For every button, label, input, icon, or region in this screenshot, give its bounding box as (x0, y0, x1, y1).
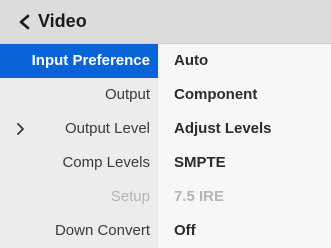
setting-row-output-level[interactable]: Output Level Adjust Levels (0, 111, 331, 146)
setting-row-down-convert[interactable]: Down Convert Off (0, 213, 331, 248)
setting-label: Output (0, 77, 158, 112)
setting-value[interactable]: Adjust Levels (158, 111, 331, 146)
page-title: Video (38, 11, 87, 31)
setting-label: Setup (0, 179, 158, 214)
setting-value: 7.5 IRE (158, 179, 331, 214)
setting-label: Input Preference (0, 43, 158, 78)
chevron-right-icon[interactable] (16, 122, 25, 136)
setting-label-container: Output Level (0, 111, 158, 146)
setting-value[interactable]: Off (158, 213, 331, 248)
setting-row-input-preference[interactable]: Input Preference Auto (0, 43, 331, 78)
chevron-left-icon[interactable] (18, 14, 30, 30)
setting-label: Comp Levels (0, 145, 158, 180)
video-settings-panel: Video Input Preference Auto Output Compo… (0, 0, 331, 248)
setting-row-output[interactable]: Output Component (0, 77, 331, 112)
setting-value[interactable]: Component (158, 77, 331, 112)
setting-row-comp-levels[interactable]: Comp Levels SMPTE (0, 145, 331, 180)
setting-label: Down Convert (0, 213, 158, 248)
panel-header: Video (0, 0, 331, 44)
setting-value[interactable]: Auto (158, 43, 331, 78)
setting-label: Output Level (64, 120, 150, 137)
setting-value[interactable]: SMPTE (158, 145, 331, 180)
setting-row-setup: Setup 7.5 IRE (0, 179, 331, 214)
settings-list: Input Preference Auto Output Component O… (0, 43, 331, 248)
